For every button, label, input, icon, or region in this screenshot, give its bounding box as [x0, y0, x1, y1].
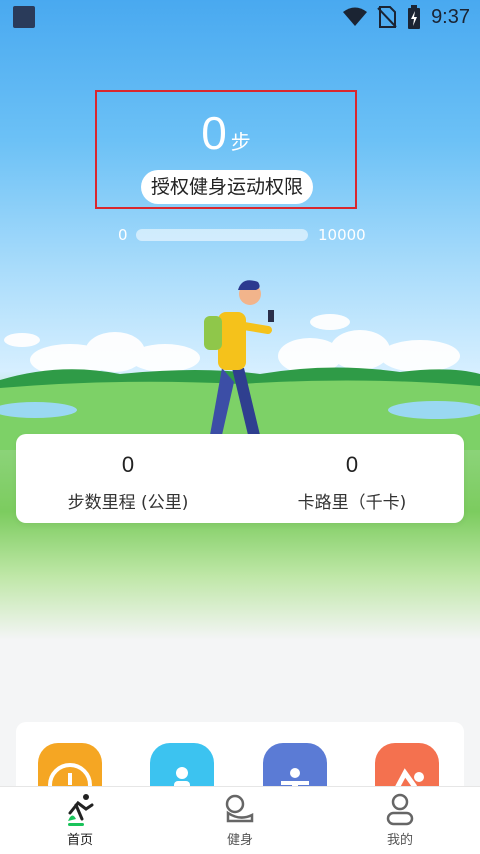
stats-card: 0 步数里程 (公里) 0 卡路里（千卡) — [16, 434, 464, 523]
tab-fitness-label: 健身 — [226, 833, 253, 848]
notification-icon — [13, 6, 35, 28]
tab-profile-label: 我的 — [386, 833, 413, 848]
step-count: 0 — [201, 107, 227, 159]
progress-max-label: 10000 — [318, 226, 366, 244]
bottom-tab-bar: 首页 健身 我的 — [0, 786, 480, 854]
step-unit: 步 — [230, 130, 251, 154]
clock: 9:37 — [431, 5, 470, 28]
status-bar: 9:37 — [0, 0, 480, 36]
step-goal-progress: 0 10000 — [0, 226, 480, 244]
progress-min-label: 0 — [118, 226, 128, 244]
calorie-label: 卡路里（千卡) — [297, 493, 407, 513]
calorie-stat: 0 卡路里（千卡) — [240, 434, 464, 523]
tab-home[interactable]: 首页 — [0, 787, 160, 854]
step-count-display: 0步 — [97, 106, 355, 160]
tab-home-label: 首页 — [66, 833, 93, 848]
authorize-fitness-permission-button[interactable]: 授权健身运动权限 — [141, 170, 313, 204]
walking-person-illustration — [0, 280, 480, 450]
distance-label: 步数里程 (公里) — [67, 493, 189, 513]
wifi-icon — [343, 7, 368, 26]
distance-value: 0 — [121, 452, 135, 477]
no-sim-icon — [377, 6, 397, 28]
running-icon — [68, 794, 94, 826]
progress-track — [136, 229, 308, 241]
distance-stat: 0 步数里程 (公里) — [16, 434, 240, 523]
tab-fitness[interactable]: 健身 — [160, 787, 320, 854]
battery-charging-icon — [408, 5, 421, 29]
calorie-value: 0 — [345, 452, 359, 477]
fitness-icon — [225, 794, 254, 823]
step-counter-panel: 0步 授权健身运动权限 — [95, 90, 357, 209]
tab-profile[interactable]: 我的 — [320, 787, 480, 854]
profile-icon — [386, 793, 414, 826]
